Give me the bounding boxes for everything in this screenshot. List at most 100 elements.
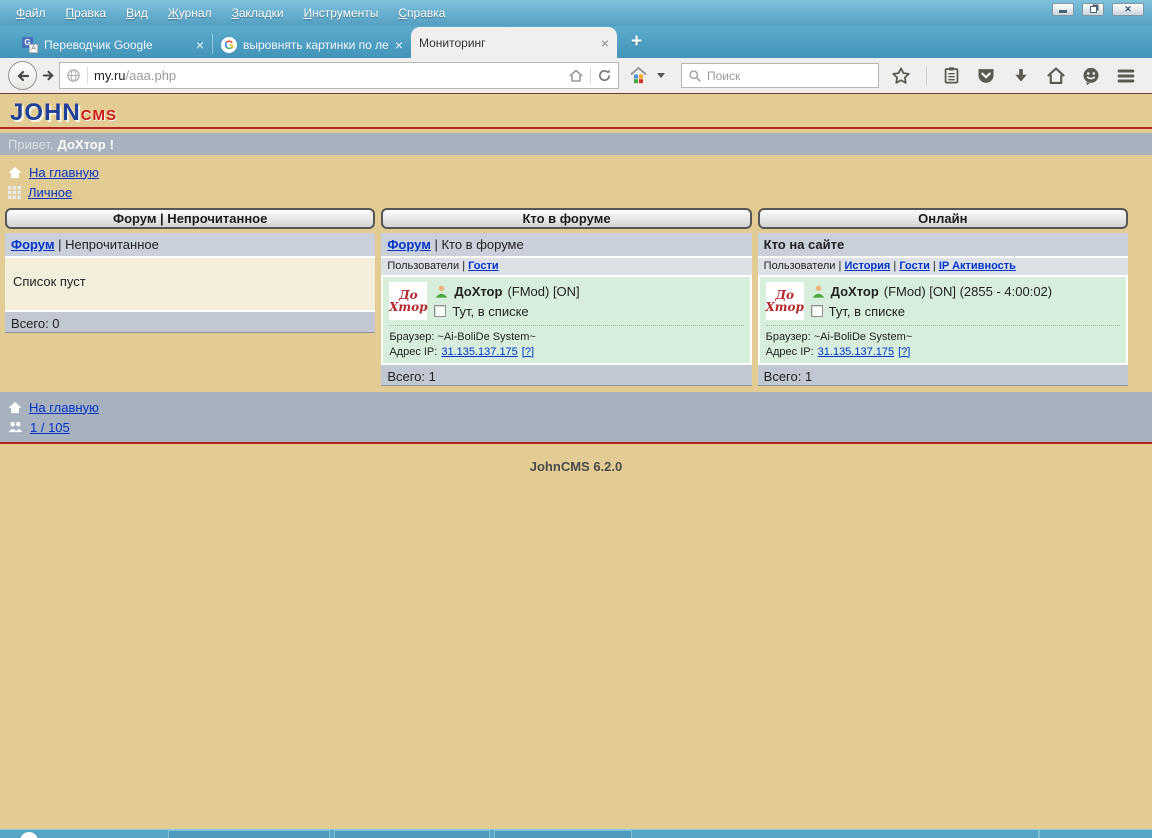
forward-button[interactable] <box>37 65 59 87</box>
menu-view[interactable]: Вид <box>118 3 156 23</box>
user-name: ДоХтор <box>831 284 879 299</box>
menu-file[interactable]: Файл <box>8 3 54 23</box>
link-history[interactable]: История <box>844 260 890 272</box>
avatar[interactable]: До Хтор <box>389 282 427 320</box>
minimize-button[interactable] <box>1052 3 1074 16</box>
page-content: JOHNCMS Привет, ДоХтор! На главную Лично… <box>0 93 1152 829</box>
tab-monitoring-active[interactable]: Мониторинг × <box>411 27 617 58</box>
reload-icon[interactable] <box>597 68 612 83</box>
footer-link-online-count[interactable]: 1 / 105 <box>30 420 70 435</box>
window-controls: ✕ <box>1052 3 1144 16</box>
link-forum[interactable]: Форум <box>11 237 54 252</box>
close-icon: ✕ <box>1124 5 1132 14</box>
ip-info: Адрес IP: 31.135.137.175 [?] <box>766 344 1120 359</box>
ip-link[interactable]: 31.135.137.175 <box>818 346 894 358</box>
empty-list-message: Список пуст <box>5 256 375 310</box>
search-input[interactable] <box>707 69 872 83</box>
user-status: Тут, в списке <box>452 304 528 319</box>
google-translate-icon: G A <box>22 37 38 53</box>
username: ДоХтор <box>58 137 106 152</box>
tab-google-search[interactable]: G выровнять картинки по ле... × <box>213 31 411 58</box>
home-white-icon <box>8 401 22 414</box>
bookmarks-clipboard-icon[interactable] <box>942 66 961 85</box>
google-icon: G <box>221 37 237 53</box>
ip-link[interactable]: 31.135.137.175 <box>441 346 517 358</box>
menu-history[interactable]: Журнал <box>160 3 220 23</box>
ip-info: Адрес IP: 31.135.137.175 [?] <box>389 344 743 359</box>
start-button[interactable] <box>20 832 38 838</box>
hello-smiley-icon[interactable] <box>1081 66 1101 86</box>
bookmark-star-icon[interactable] <box>891 66 911 86</box>
link-forum[interactable]: Форум <box>387 237 430 252</box>
link-ip-activity[interactable]: IP Активность <box>939 260 1016 272</box>
red-divider <box>0 127 1152 129</box>
user-card: До Хтор ДоХтор (FMod) [ON] Тут, в списке <box>381 275 751 363</box>
globe-icon <box>66 68 81 83</box>
total-counter: Всего: 1 <box>758 363 1128 386</box>
minimize-icon <box>1059 10 1067 13</box>
browser-info: Браузер: ~Ai-BoliDe System~ <box>766 329 1120 344</box>
column-forum-unread: Форум | Непрочитанное Форум | Непрочитан… <box>5 208 375 386</box>
total-counter: Всего: 1 <box>381 363 751 386</box>
column-crumb: Форум | Непрочитанное <box>5 233 375 256</box>
forward-arrow-icon <box>41 68 56 83</box>
column-title: Форум | Непрочитанное <box>5 208 375 229</box>
browser-titlebar: Файл Правка Вид Журнал Закладки Инструме… <box>0 0 1152 26</box>
avatar[interactable]: До Хтор <box>766 282 804 320</box>
user-online-icon <box>434 284 449 299</box>
restore-icon <box>1090 6 1097 13</box>
home-icon[interactable] <box>1046 66 1066 86</box>
user-meta: (FMod) [ON] <box>507 284 579 299</box>
taskbar-window-button[interactable] <box>168 830 330 838</box>
address-bar[interactable]: my.ru/aaa.php <box>59 62 619 89</box>
restore-button[interactable] <box>1082 3 1104 16</box>
pocket-icon[interactable] <box>976 66 996 86</box>
link-home[interactable]: На главную <box>29 165 99 180</box>
column-title: Онлайн <box>758 208 1128 229</box>
home-small-icon[interactable] <box>568 68 584 84</box>
search-icon <box>688 69 702 83</box>
taskbar <box>0 829 1152 838</box>
user-checkbox[interactable] <box>434 305 446 317</box>
footer-link-home[interactable]: На главную <box>29 400 99 415</box>
grid-icon <box>8 186 21 199</box>
dotted-divider <box>389 325 743 326</box>
hamburger-menu-icon[interactable] <box>1116 66 1136 86</box>
link-guests[interactable]: Гости <box>899 260 930 272</box>
back-arrow-icon <box>15 68 31 84</box>
user-online-icon <box>811 284 826 299</box>
ip-help-link[interactable]: [?] <box>522 346 534 358</box>
tab-close-icon[interactable]: × <box>601 35 609 51</box>
menu-tools[interactable]: Инструменты <box>296 3 387 23</box>
menu-bookmarks[interactable]: Закладки <box>224 3 292 23</box>
taskbar-window-button[interactable] <box>494 830 632 838</box>
tab-close-icon[interactable]: × <box>395 37 403 53</box>
urlbar-divider <box>87 67 88 84</box>
column-title: Кто в форуме <box>381 208 751 229</box>
back-button[interactable] <box>8 61 37 90</box>
speed-dial-button[interactable] <box>629 66 665 85</box>
search-box[interactable] <box>681 63 879 88</box>
tab-close-icon[interactable]: × <box>196 37 204 53</box>
column-who-in-forum: Кто в форуме Форум | Кто в форуме Пользо… <box>381 208 751 386</box>
browser-info: Браузер: ~Ai-BoliDe System~ <box>389 329 743 344</box>
url-text: my.ru/aaa.php <box>94 68 176 83</box>
users-white-icon <box>8 421 23 433</box>
columns: Форум | Непрочитанное Форум | Непрочитан… <box>5 208 1128 386</box>
menu-help[interactable]: Справка <box>390 3 453 23</box>
download-icon[interactable] <box>1011 66 1031 86</box>
chevron-down-icon[interactable] <box>657 73 665 78</box>
menu-edit[interactable]: Правка <box>58 3 115 23</box>
ip-help-link[interactable]: [?] <box>898 346 910 358</box>
taskbar-window-button[interactable] <box>334 830 490 838</box>
close-window-button[interactable]: ✕ <box>1112 3 1144 16</box>
link-personal[interactable]: Личное <box>28 185 72 200</box>
greeting-bar: Привет, ДоХтор! <box>0 133 1152 155</box>
new-tab-button[interactable]: + <box>631 31 642 53</box>
column-online: Онлайн Кто на сайте Пользователи | Истор… <box>758 208 1128 386</box>
user-checkbox[interactable] <box>811 305 823 317</box>
link-guests[interactable]: Гости <box>468 260 499 272</box>
footer-bar: На главную 1 / 105 <box>0 392 1152 444</box>
total-counter: Всего: 0 <box>5 310 375 333</box>
tab-google-translate[interactable]: G A Переводчик Google × <box>14 31 212 58</box>
